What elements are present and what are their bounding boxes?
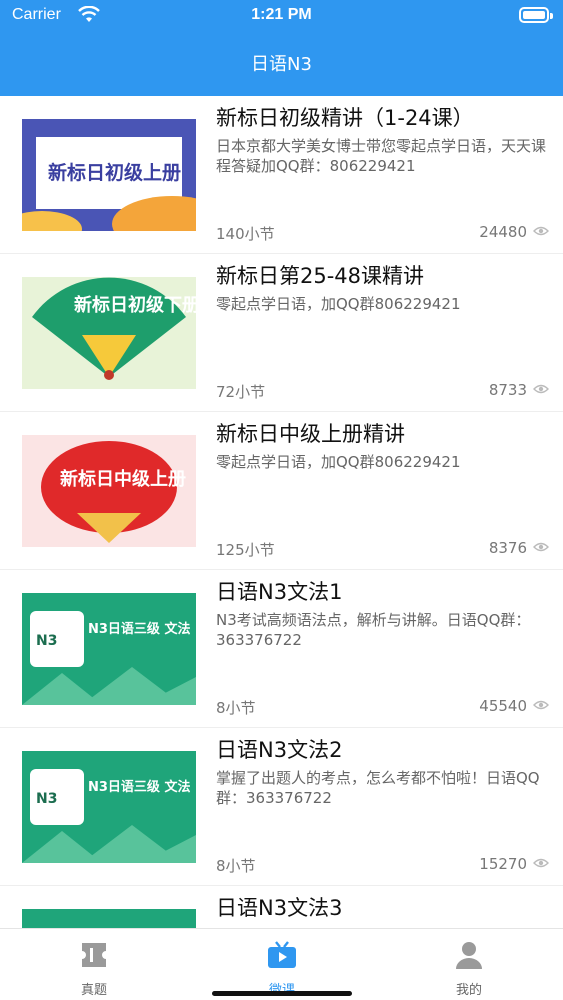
course-title[interactable]: 新标日中级上册精讲 bbox=[216, 418, 405, 448]
user-icon bbox=[456, 942, 482, 969]
eye-icon bbox=[533, 700, 549, 710]
lesson-count: 72小节 bbox=[216, 383, 266, 401]
eye-icon bbox=[533, 858, 549, 868]
home-indicator[interactable] bbox=[212, 991, 352, 996]
thumbnail-text: 新标日初级上册 bbox=[48, 161, 181, 184]
course-description: 零起点学日语，加QQ群806229421 bbox=[216, 453, 461, 471]
eye-icon bbox=[533, 384, 549, 394]
course-description: 零起点学日语，加QQ群806229421 bbox=[216, 295, 461, 313]
course-description: 日本京都大学美女博士带您零起点学日语，天天课程答疑加QQ群：806229421 bbox=[216, 137, 546, 175]
svg-text:N3: N3 bbox=[36, 633, 57, 649]
course-row[interactable]: N3日语三级 文法 N3 日语N3文法2 掌握了出题人的考点，怎么考都不怕啦！日… bbox=[0, 728, 563, 886]
svg-text:N3: N3 bbox=[36, 791, 57, 807]
view-count: 45540 bbox=[479, 697, 527, 715]
course-title[interactable]: 日语N3文法2 bbox=[216, 734, 342, 764]
status-bar: Carrier 1:21 PM bbox=[0, 0, 563, 32]
thumbnail-text: N3日语三级 文法 bbox=[88, 779, 190, 795]
lesson-count: 8小节 bbox=[216, 699, 256, 717]
course-thumbnail: N3日语三级 文法 N3 bbox=[22, 593, 196, 705]
course-description: N3考试高频语法点，解析与讲解。日语QQ群：363376722 bbox=[216, 611, 531, 649]
course-row[interactable]: 新标日初级上册 新标日初级精讲（1-24课） 日本京都大学美女博士带您零起点学日… bbox=[0, 96, 563, 254]
course-thumbnail: 新标日初级上册 bbox=[22, 119, 196, 231]
ticket-icon bbox=[82, 943, 106, 967]
course-row[interactable]: N3日语三级 文法 N3 日语N3文法1 N3考试高频语法点，解析与讲解。日语Q… bbox=[0, 570, 563, 728]
lesson-count: 140小节 bbox=[216, 225, 275, 243]
thumbnail-text: 新标日初级下册 bbox=[74, 294, 196, 316]
course-title[interactable]: 新标日第25-48课精讲 bbox=[216, 260, 424, 290]
view-count: 8376 bbox=[488, 539, 527, 557]
course-row[interactable]: 新标日中级上册 新标日中级上册精讲 零起点学日语，加QQ群806229421 1… bbox=[0, 412, 563, 570]
tab-label: 真题 bbox=[80, 983, 107, 998]
tab-exams[interactable]: 真题 bbox=[0, 929, 188, 1000]
thumbnail-text: 新标日中级上册 bbox=[60, 468, 186, 490]
course-thumbnail bbox=[22, 909, 196, 928]
course-thumbnail: 新标日初级下册 bbox=[22, 277, 196, 389]
tab-label: 我的 bbox=[455, 983, 482, 998]
navigation-bar: Carrier 1:21 PM 日语N3 bbox=[0, 0, 563, 96]
course-row[interactable]: 日语N3文法3 bbox=[0, 886, 563, 928]
eye-icon bbox=[533, 226, 549, 236]
page-title: 日语N3 bbox=[251, 54, 312, 75]
view-count: 24480 bbox=[479, 223, 527, 241]
lesson-count: 125小节 bbox=[216, 541, 275, 559]
lesson-count: 8小节 bbox=[216, 857, 256, 875]
tv-icon bbox=[268, 941, 296, 968]
thumbnail-text: N3日语三级 文法 bbox=[88, 621, 190, 637]
course-thumbnail: N3日语三级 文法 N3 bbox=[22, 751, 196, 863]
course-title[interactable]: 日语N3文法1 bbox=[216, 576, 342, 606]
battery-icon bbox=[519, 7, 553, 23]
view-count: 15270 bbox=[479, 855, 527, 873]
course-row[interactable]: 新标日初级下册 新标日第25-48课精讲 零起点学日语，加QQ群80622942… bbox=[0, 254, 563, 412]
eye-icon bbox=[533, 542, 549, 552]
tab-profile[interactable]: 我的 bbox=[375, 929, 563, 1000]
course-title[interactable]: 新标日初级精讲（1-24课） bbox=[216, 102, 474, 132]
clock: 1:21 PM bbox=[251, 6, 312, 23]
tab-microclass[interactable]: 微课 bbox=[188, 929, 376, 1000]
tab-bar: 真题 微课 我的 bbox=[0, 928, 563, 1000]
course-title[interactable]: 日语N3文法3 bbox=[216, 892, 342, 922]
course-description: 掌握了出题人的考点，怎么考都不怕啦！日语QQ群：363376722 bbox=[216, 769, 540, 807]
course-thumbnail: 新标日中级上册 bbox=[22, 435, 196, 547]
course-list[interactable]: 新标日初级上册 新标日初级精讲（1-24课） 日本京都大学美女博士带您零起点学日… bbox=[0, 96, 563, 928]
view-count: 8733 bbox=[488, 381, 527, 399]
